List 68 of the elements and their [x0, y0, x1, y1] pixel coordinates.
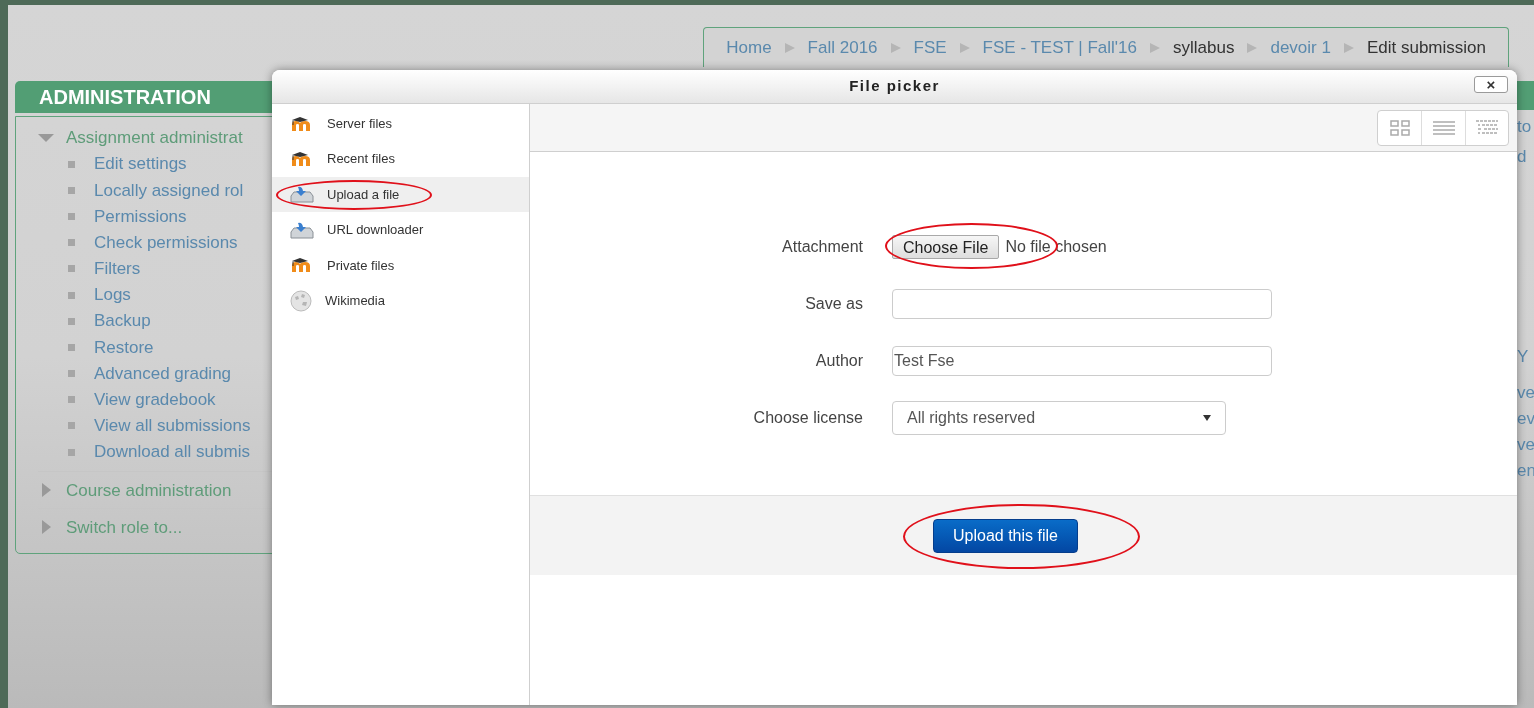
breadcrumb-link[interactable]: devoir 1 — [1270, 34, 1331, 61]
separator-icon — [1246, 41, 1259, 54]
menu-link[interactable]: Advanced grading — [94, 360, 232, 387]
bullet-icon — [68, 239, 75, 247]
bullet-icon — [68, 291, 75, 299]
choose-file-button[interactable]: Choose File — [892, 234, 1000, 259]
field-label: Attachment — [781, 237, 864, 257]
menu-link[interactable]: Download all submis — [94, 439, 250, 465]
bullet-icon — [68, 186, 75, 194]
tree-list-icon — [1476, 119, 1498, 136]
block-header — [1517, 81, 1534, 110]
list-icon — [1432, 120, 1455, 135]
menu-link[interactable]: Check permissions — [94, 229, 238, 256]
separator-icon — [958, 41, 971, 54]
upload-tray-icon — [290, 185, 314, 204]
menu-link[interactable]: Filters — [94, 256, 141, 282]
separator-icon — [783, 41, 796, 54]
text-fragment: en — [1517, 460, 1534, 482]
breadcrumb-link[interactable]: Fall 2016 — [807, 34, 878, 61]
bullet-icon — [68, 396, 75, 404]
bullet-icon — [68, 343, 75, 351]
close-button[interactable]: × — [1474, 76, 1508, 93]
file-status: No file chosen — [1005, 237, 1107, 257]
breadcrumb-item: syllabus — [1173, 36, 1235, 59]
upload-button[interactable]: Upload this file — [933, 518, 1078, 553]
menu-link[interactable]: Locally assigned rol — [94, 177, 244, 204]
repository-item[interactable]: Upload a file — [272, 176, 529, 213]
text-fragment: d — [1517, 146, 1528, 168]
license-dropdown[interactable]: All rights reserved — [892, 401, 1226, 435]
menu-link[interactable]: Edit settings — [94, 151, 187, 177]
breadcrumb-link[interactable]: Home — [726, 34, 772, 61]
bullet-icon — [68, 212, 75, 220]
field-label: Save as — [804, 294, 864, 314]
menu-link[interactable]: Restore — [94, 334, 154, 361]
menu-link[interactable]: View all submissions — [94, 413, 251, 439]
globe-icon — [290, 289, 312, 312]
breadcrumb-link[interactable]: FSE - TEST | Fall'16 — [982, 34, 1138, 61]
text-fragment: ve — [1517, 382, 1534, 404]
bullet-icon — [68, 448, 75, 456]
upload-tray-icon — [290, 220, 314, 239]
dropdown-caret-icon — [1203, 415, 1211, 421]
bullet-icon — [68, 422, 75, 430]
text-fragment: Y — [1517, 346, 1530, 368]
bullet-icon — [68, 265, 75, 273]
separator-icon — [889, 41, 902, 54]
field-label: Author — [814, 351, 864, 371]
text-fragment: to — [1517, 116, 1533, 138]
menu-link[interactable]: Backup — [94, 308, 151, 334]
text-field[interactable]: Test Fse — [892, 346, 1272, 376]
breadcrumb-item: Edit submission — [1366, 36, 1486, 59]
text-fragment: ve — [1517, 434, 1534, 456]
breadcrumb-link[interactable]: FSE — [913, 34, 947, 61]
tree-node[interactable]: Switch role to... — [66, 514, 183, 540]
bullet-icon — [68, 160, 75, 168]
menu-link[interactable]: Permissions — [94, 203, 187, 230]
field-label: Choose license — [752, 408, 864, 428]
separator-icon — [1149, 41, 1162, 54]
tree-node[interactable]: Course administration — [66, 477, 232, 503]
dialog-title: File picker — [849, 76, 940, 97]
separator-icon — [1342, 41, 1355, 54]
tree-node[interactable]: Assignment administrat — [66, 125, 243, 151]
menu-link[interactable]: View gradebook — [94, 387, 216, 413]
bullet-icon — [68, 370, 75, 378]
bullet-icon — [68, 317, 75, 325]
text-fragment: ev — [1517, 408, 1534, 430]
menu-link[interactable]: Logs — [94, 282, 131, 308]
text-field[interactable] — [892, 289, 1272, 319]
grid-icon — [1389, 119, 1410, 136]
